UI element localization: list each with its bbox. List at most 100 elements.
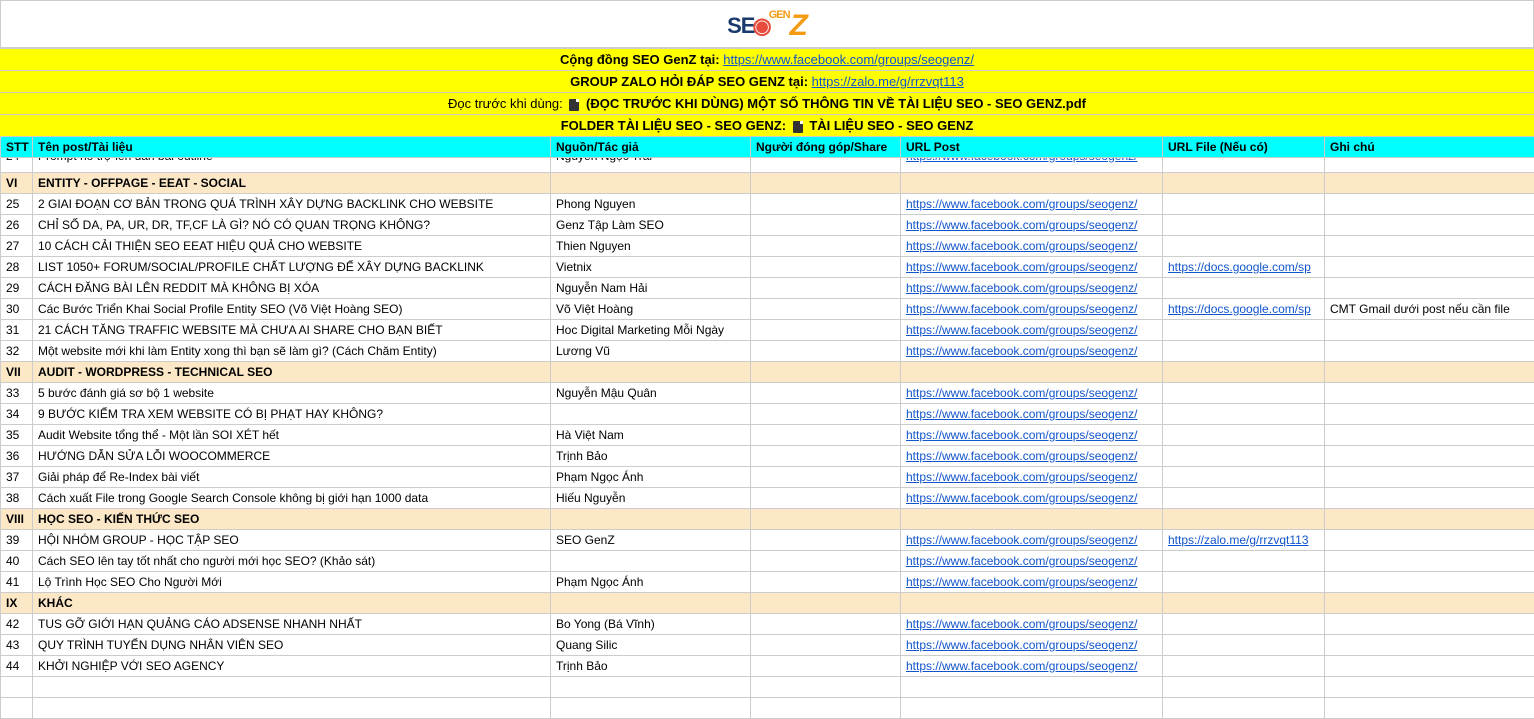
cell-title: 10 CÁCH CẢI THIỆN SEO EEAT HIỆU QUẢ CHO …	[33, 236, 551, 257]
url-link[interactable]: https://www.facebook.com/groups/seogenz/	[906, 218, 1137, 232]
url-link[interactable]: https://www.facebook.com/groups/seogenz/	[906, 491, 1137, 505]
file-link[interactable]: https://docs.google.com/sp	[1168, 260, 1311, 274]
url-link[interactable]: https://www.facebook.com/groups/seogenz/	[906, 407, 1137, 421]
table-row: 252 GIAI ĐOẠN CƠ BẢN TRONG QUÁ TRÌNH XÂY…	[1, 194, 1534, 215]
url-link[interactable]: https://www.facebook.com/groups/seogenz/	[906, 197, 1137, 211]
table-row: 32Một website mới khi làm Entity xong th…	[1, 341, 1534, 362]
cell-stt: 33	[1, 383, 33, 404]
url-link[interactable]: https://www.facebook.com/groups/seogenz/	[906, 449, 1137, 463]
cell-author: Thien Nguyen	[551, 236, 751, 257]
zalo-banner: GROUP ZALO HỎI ĐÁP SEO GENZ tại: https:/…	[0, 70, 1534, 92]
cell-note	[1325, 635, 1534, 656]
col-author: Nguồn/Tác giả	[551, 137, 751, 158]
cell-url: https://www.facebook.com/groups/seogenz/	[901, 278, 1163, 299]
cell-share	[751, 257, 901, 278]
url-link[interactable]: https://www.facebook.com/groups/seogenz/	[906, 239, 1137, 253]
url-link[interactable]: https://www.facebook.com/groups/seogenz/	[906, 323, 1137, 337]
table-row: 26CHỈ SỐ DA, PA, UR, DR, TF,CF LÀ GÌ? NÓ…	[1, 215, 1534, 236]
url-link[interactable]: https://www.facebook.com/groups/seogenz/	[906, 617, 1137, 631]
cell-note	[1325, 446, 1534, 467]
cell-note	[1325, 425, 1534, 446]
table-row: IXKHÁC	[1, 593, 1534, 614]
cell-note	[1325, 236, 1534, 257]
cell-stt: 41	[1, 572, 33, 593]
data-table: STT Tên post/Tài liệu Nguồn/Tác giả Ngườ…	[0, 136, 1534, 719]
cell-url: https://www.facebook.com/groups/seogenz/	[901, 404, 1163, 425]
cell-author: Vietnix	[551, 257, 751, 278]
url-link[interactable]: https://www.facebook.com/groups/seogenz/	[906, 302, 1137, 316]
cell-share	[751, 635, 901, 656]
cell-note	[1325, 488, 1534, 509]
table-row: 41Lộ Trình Học SEO Cho Người MớiPhạm Ngọ…	[1, 572, 1534, 593]
cell-stt: IX	[1, 593, 33, 614]
cell-url: https://www.facebook.com/groups/seogenz/	[901, 551, 1163, 572]
cell-note: CMT Gmail dưới post nếu cần file	[1325, 299, 1534, 320]
cell-author: Phạm Ngọc Ánh	[551, 572, 751, 593]
file-link[interactable]: https://docs.google.com/sp	[1168, 302, 1311, 316]
cell-author: Bo Yong (Bá Vĩnh)	[551, 614, 751, 635]
cell-share	[751, 467, 901, 488]
table-row: 43QUY TRÌNH TUYỂN DỤNG NHÂN VIÊN SEOQuan…	[1, 635, 1534, 656]
url-link[interactable]: https://www.facebook.com/groups/seogenz/	[906, 158, 1137, 164]
cell-url: https://www.facebook.com/groups/seogenz/	[901, 194, 1163, 215]
cell-author: Lương Vũ	[551, 341, 751, 362]
url-link[interactable]: https://www.facebook.com/groups/seogenz/	[906, 260, 1137, 274]
cell-title: ENTITY - OFFPAGE - EEAT - SOCIAL	[33, 173, 551, 194]
table-row	[1, 677, 1534, 698]
cell-note	[1325, 341, 1534, 362]
url-link[interactable]: https://www.facebook.com/groups/seogenz/	[906, 386, 1137, 400]
cell-stt: 37	[1, 467, 33, 488]
table-row: VIIAUDIT - WORDPRESS - TECHNICAL SEO	[1, 362, 1534, 383]
cell-share	[751, 215, 901, 236]
community-link[interactable]: https://www.facebook.com/groups/seogenz/	[723, 52, 974, 67]
url-link[interactable]: https://www.facebook.com/groups/seogenz/	[906, 470, 1137, 484]
cell-stt: 38	[1, 488, 33, 509]
url-link[interactable]: https://www.facebook.com/groups/seogenz/	[906, 281, 1137, 295]
cell-url: https://www.facebook.com/groups/seogenz/	[901, 257, 1163, 278]
col-title: Tên post/Tài liệu	[33, 137, 551, 158]
table-row: VIENTITY - OFFPAGE - EEAT - SOCIAL	[1, 173, 1534, 194]
table-row: 40Cách SEO lên tay tốt nhất cho người mớ…	[1, 551, 1534, 572]
cell-share	[751, 488, 901, 509]
url-link[interactable]: https://www.facebook.com/groups/seogenz/	[906, 344, 1137, 358]
cell-share	[751, 656, 901, 677]
cell-share	[751, 551, 901, 572]
cell-author: Võ Việt Hoàng	[551, 299, 751, 320]
folder-banner: FOLDER TÀI LIỆU SEO - SEO GENZ: TÀI LIỆU…	[0, 114, 1534, 136]
table-row	[1, 698, 1534, 719]
cell-author: Nguyễn Nam Hải	[551, 278, 751, 299]
url-link[interactable]: https://www.facebook.com/groups/seogenz/	[906, 428, 1137, 442]
cell-stt: 28	[1, 257, 33, 278]
cell-file	[1163, 236, 1325, 257]
cell-stt: 44	[1, 656, 33, 677]
cell-url: https://www.facebook.com/groups/seogenz/	[901, 320, 1163, 341]
header-row: STT Tên post/Tài liệu Nguồn/Tác giả Ngườ…	[1, 137, 1534, 158]
cell-note	[1325, 383, 1534, 404]
table-row: 349 BƯỚC KIỂM TRA XEM WEBSITE CÓ BỊ PHẠT…	[1, 404, 1534, 425]
url-link[interactable]: https://www.facebook.com/groups/seogenz/	[906, 533, 1137, 547]
col-share: Người đóng góp/Share	[751, 137, 901, 158]
url-link[interactable]: https://www.facebook.com/groups/seogenz/	[906, 554, 1137, 568]
url-link[interactable]: https://www.facebook.com/groups/seogenz/	[906, 659, 1137, 673]
table-row: 37Giải pháp để Re-Index bài viếtPhạm Ngọ…	[1, 467, 1534, 488]
cell-title: HỘI NHÓM GROUP - HỌC TẬP SEO	[33, 530, 551, 551]
document-icon	[569, 99, 579, 111]
cell-note	[1325, 467, 1534, 488]
url-link[interactable]: https://www.facebook.com/groups/seogenz/	[906, 575, 1137, 589]
cell-url: https://www.facebook.com/groups/seogenz/	[901, 215, 1163, 236]
cell-share	[751, 383, 901, 404]
cell-title: 21 CÁCH TĂNG TRAFFIC WEBSITE MÀ CHƯA AI …	[33, 320, 551, 341]
cell-file	[1163, 278, 1325, 299]
file-link[interactable]: https://zalo.me/g/rrzvqt113	[1168, 533, 1309, 547]
cell-author: Trịnh Bảo	[551, 446, 751, 467]
cell-author: Hiếu Nguyễn	[551, 488, 751, 509]
zalo-link[interactable]: https://zalo.me/g/rrzvqt113	[812, 74, 964, 89]
url-link[interactable]: https://www.facebook.com/groups/seogenz/	[906, 638, 1137, 652]
cell-title: HỌC SEO - KIẾN THỨC SEO	[33, 509, 551, 530]
cell-author: Genz Tập Làm SEO	[551, 215, 751, 236]
cell-note	[1325, 530, 1534, 551]
table-row: 335 bước đánh giá sơ bộ 1 websiteNguyễn …	[1, 383, 1534, 404]
table-row: VIIIHỌC SEO - KIẾN THỨC SEO	[1, 509, 1534, 530]
cell-note	[1325, 278, 1534, 299]
cell-file	[1163, 614, 1325, 635]
